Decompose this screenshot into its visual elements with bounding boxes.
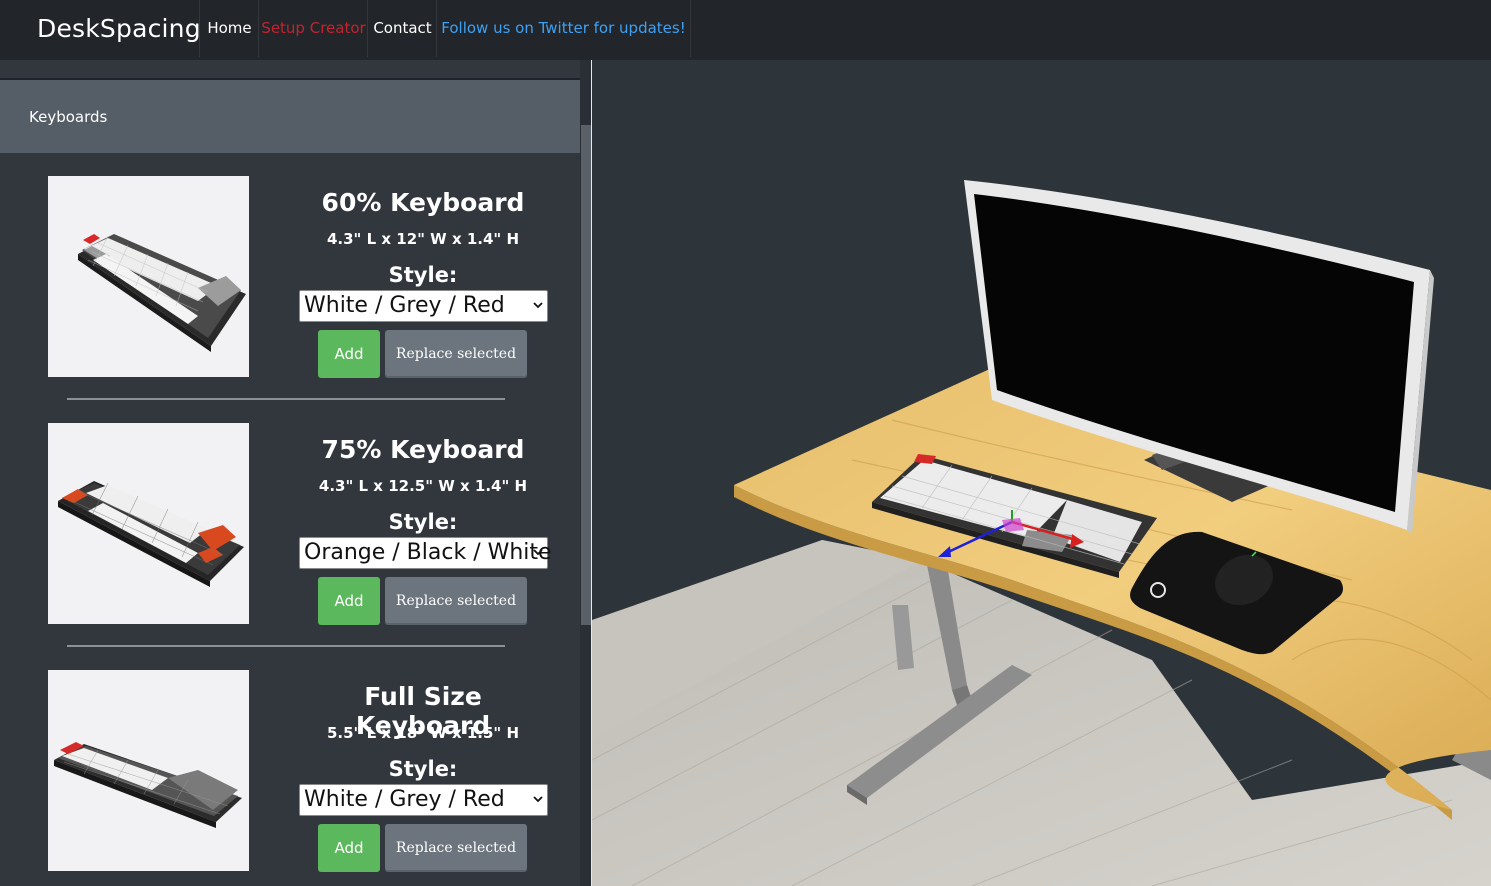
product-image-75-keyboard <box>48 423 249 624</box>
top-navbar: DeskSpacing Home Setup Creator Contact F… <box>0 0 1491 91</box>
replace-selected-button[interactable]: Replace selected <box>385 330 527 378</box>
3d-desk-viewport[interactable] <box>592 60 1491 886</box>
product-image-60-keyboard <box>48 176 249 377</box>
category-header[interactable]: Keyboards <box>0 80 580 153</box>
product-title: 75% Keyboard <box>321 435 525 464</box>
sidebar-scrollbar-thumb[interactable] <box>581 125 591 625</box>
nav-link-home[interactable]: Home <box>199 0 259 57</box>
nav-link-setup-creator[interactable]: Setup Creator <box>258 0 368 57</box>
nav-link-twitter[interactable]: Follow us on Twitter for updates! <box>436 0 691 91</box>
style-select[interactable]: White / Grey / Red <box>299 290 548 322</box>
add-button[interactable]: Add <box>318 330 380 378</box>
desk-scene <box>592 180 1491 886</box>
product-title: 60% Keyboard <box>321 188 525 217</box>
product-dimensions: 5.5" L x 18" W x 1.5" H <box>326 724 520 742</box>
product-card-full-size: Full Size Keyboard 5.5" L x 18" W x 1.5"… <box>0 670 580 886</box>
product-card-60: 60% Keyboard 4.3" L x 12" W x 1.4" H Sty… <box>0 176 580 423</box>
style-select[interactable]: Orange / Black / White <box>299 537 552 569</box>
style-select-value: Orange / Black / White <box>304 540 552 565</box>
product-divider <box>67 398 505 400</box>
product-sidebar: Keyboards 60% Keyboard 4.3" L x 12" W x … <box>0 60 580 886</box>
twitter-link-label: Follow us on Twitter for updates! <box>441 19 686 37</box>
brand-logo[interactable]: DeskSpacing <box>37 14 201 43</box>
replace-selected-button[interactable]: Replace selected <box>385 824 527 872</box>
product-divider <box>67 645 505 647</box>
product-dimensions: 4.3" L x 12.5" W x 1.4" H <box>318 477 528 495</box>
style-select[interactable]: White / Grey / Red <box>299 784 548 816</box>
category-title: Keyboards <box>29 108 108 126</box>
style-select-value: White / Grey / Red <box>304 293 505 318</box>
replace-selected-button[interactable]: Replace selected <box>385 577 527 625</box>
nav-link-contact[interactable]: Contact <box>367 0 437 57</box>
product-dimensions: 4.3" L x 12" W x 1.4" H <box>326 230 520 248</box>
chevron-down-icon <box>533 302 543 309</box>
style-label: Style: <box>388 510 458 534</box>
chevron-down-icon <box>533 549 543 556</box>
add-button[interactable]: Add <box>318 577 380 625</box>
chevron-down-icon <box>533 796 543 803</box>
style-label: Style: <box>388 263 458 287</box>
style-select-value: White / Grey / Red <box>304 787 505 812</box>
product-image-full-size-keyboard <box>48 670 249 871</box>
product-card-75: 75% Keyboard 4.3" L x 12.5" W x 1.4" H S… <box>0 423 580 670</box>
style-label: Style: <box>388 757 458 781</box>
add-button[interactable]: Add <box>318 824 380 872</box>
